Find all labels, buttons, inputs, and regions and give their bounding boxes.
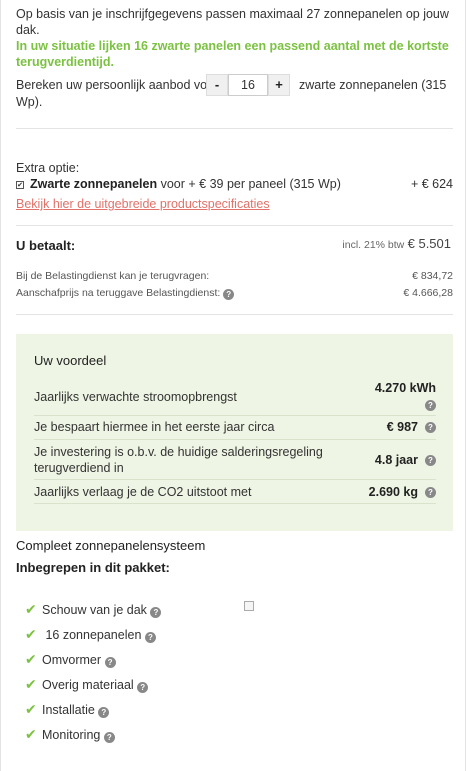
total-amount: € 5.501 bbox=[407, 236, 451, 251]
extra-option-title: Extra optie: bbox=[16, 161, 80, 175]
benefit-box: Uw voordeel Jaarlijks verwachte stroomop… bbox=[16, 334, 453, 531]
list-item: ✔ Installatie ? bbox=[25, 701, 161, 726]
extra-option-price: + € 624 bbox=[410, 177, 453, 191]
package-list: ✔ Schouw van je dak ? ✔ 16 zonnepanelen ?… bbox=[25, 601, 162, 751]
question-circle-icon[interactable]: ? bbox=[150, 607, 162, 618]
extra-product-price-note: voor + € 39 per paneel (315 Wp) bbox=[157, 177, 341, 191]
divider bbox=[16, 225, 453, 226]
package-included-title: Inbegrepen in dit pakket: bbox=[16, 560, 170, 575]
package-item-label: Overig materiaal bbox=[42, 678, 134, 692]
benefit-value: 4.270 kWh bbox=[374, 381, 436, 395]
refund-row: Bij de Belastingdienst kan je terugvrage… bbox=[16, 270, 453, 282]
calculator-unit-label: zwarte zonnepanelen (315 bbox=[299, 78, 447, 92]
benefit-row-payback: Je investering is o.b.v. de huidige sald… bbox=[34, 440, 436, 480]
checkmark-icon: ✔ bbox=[25, 676, 37, 692]
benefit-value: 2.690 kg bbox=[368, 485, 418, 499]
total-price: incl. 21% btw € 5.501 bbox=[342, 236, 451, 251]
intro-recommendation: In uw situatie lijken 16 zwarte panelen … bbox=[16, 39, 449, 69]
calculator-unit-label-cont: Wp). bbox=[16, 95, 43, 109]
black-panels-checkbox[interactable]: ✔ bbox=[16, 181, 24, 189]
checkmark-icon: ✔ bbox=[25, 701, 37, 717]
checkmark-icon: ✔ bbox=[25, 726, 37, 742]
package-title: Compleet zonnepanelensysteem bbox=[16, 538, 206, 553]
list-item: ✔ Schouw van je dak ? bbox=[25, 601, 162, 626]
divider bbox=[16, 314, 453, 315]
benefit-title: Uw voordeel bbox=[34, 353, 107, 368]
question-circle-icon[interactable]: ? bbox=[425, 422, 436, 433]
benefit-label: Jaarlijks verwachte stroomopbrengst bbox=[34, 390, 237, 404]
net-price-label: Aanschafprijs na teruggave Belastingdien… bbox=[16, 287, 221, 299]
question-circle-icon[interactable]: ? bbox=[425, 455, 436, 466]
benefit-row-yield: Jaarlijks verwachte stroomopbrengst 4.27… bbox=[34, 378, 436, 416]
extra-option-row: ✔ Zwarte zonnepanelen voor + € 39 per pan… bbox=[16, 177, 453, 191]
intro-line-1: Op basis van je inschrijfgegevens passen… bbox=[16, 7, 449, 37]
benefit-row-savings: Je bespaart hiermee in het eerste jaar c… bbox=[34, 416, 436, 440]
decrement-button[interactable]: - bbox=[206, 74, 228, 96]
package-item-label: Schouw van je dak bbox=[42, 603, 147, 617]
total-label: U betaalt: bbox=[16, 238, 76, 253]
calculator-label: Bereken uw persoonlijk aanbod voor bbox=[16, 78, 219, 92]
question-circle-icon[interactable]: ? bbox=[425, 487, 436, 498]
increment-button[interactable]: + bbox=[268, 74, 290, 96]
benefit-label: Jaarlijks verlaag je de CO2 uitstoot met bbox=[34, 485, 252, 499]
refund-label: Bij de Belastingdienst kan je terugvrage… bbox=[16, 270, 210, 282]
divider bbox=[16, 128, 453, 129]
package-item-label: 16 zonnepanelen bbox=[42, 628, 142, 642]
question-circle-icon[interactable]: ? bbox=[103, 732, 115, 743]
checkmark-icon: ✔ bbox=[25, 601, 37, 617]
benefit-row-co2: Jaarlijks verlaag je de CO2 uitstoot met… bbox=[34, 480, 436, 504]
question-circle-icon[interactable]: ? bbox=[137, 682, 149, 693]
quantity-stepper: - 16 + bbox=[206, 74, 290, 96]
package-item-label: Monitoring bbox=[42, 728, 101, 742]
question-circle-icon[interactable]: ? bbox=[98, 707, 110, 718]
product-specs-link[interactable]: Bekijk hier de uitgebreide productspecif… bbox=[16, 197, 270, 211]
offer-panel: Op basis van je inschrijfgegevens passen… bbox=[0, 0, 466, 771]
extra-product-name: Zwarte zonnepanelen bbox=[30, 177, 158, 191]
net-price-value: € 4.666,28 bbox=[403, 287, 453, 299]
package-item-label: Installatie bbox=[42, 703, 95, 717]
package-item-label: Omvormer bbox=[42, 653, 102, 667]
checkmark-icon: ✔ bbox=[25, 651, 37, 667]
list-item: ✔ Overig materiaal ? bbox=[25, 676, 161, 701]
broken-image-icon bbox=[244, 601, 254, 611]
intro-text: Op basis van je inschrijfgegevens passen… bbox=[16, 6, 456, 70]
benefit-label: Je investering is o.b.v. de huidige sald… bbox=[34, 445, 323, 475]
list-item: ✔ Monitoring ? bbox=[25, 726, 161, 751]
list-item: ✔ Omvormer ? bbox=[25, 651, 161, 676]
net-price-row: Aanschafprijs na teruggave Belastingdien… bbox=[16, 287, 453, 300]
vat-note: incl. 21% btw bbox=[342, 239, 405, 251]
checkmark-icon: ✔ bbox=[25, 626, 37, 642]
quantity-input[interactable]: 16 bbox=[228, 74, 268, 96]
question-circle-icon[interactable]: ? bbox=[104, 657, 116, 668]
list-item: ✔ 16 zonnepanelen ? bbox=[25, 626, 161, 651]
question-circle-icon[interactable]: ? bbox=[223, 289, 235, 300]
benefit-label: Je bespaart hiermee in het eerste jaar c… bbox=[34, 420, 275, 434]
question-circle-icon[interactable]: ? bbox=[144, 632, 156, 643]
refund-value: € 834,72 bbox=[412, 270, 453, 282]
benefit-value: € 987 bbox=[386, 420, 418, 434]
benefit-value: 4.8 jaar bbox=[374, 453, 418, 467]
question-circle-icon[interactable]: ? bbox=[425, 400, 436, 411]
